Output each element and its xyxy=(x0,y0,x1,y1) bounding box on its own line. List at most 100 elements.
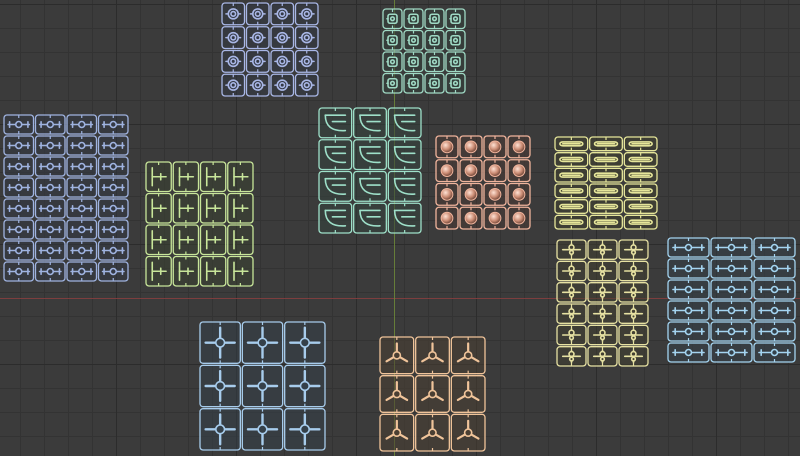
part-tray-cell[interactable] xyxy=(623,183,658,199)
part-tray-cell[interactable] xyxy=(284,364,326,408)
part-tray-cell[interactable] xyxy=(403,8,424,30)
part-tray-cell[interactable] xyxy=(445,72,466,94)
cross-parts-group[interactable] xyxy=(199,321,326,451)
part-tray-cell[interactable] xyxy=(199,321,241,364)
part-tray-cell[interactable] xyxy=(318,139,353,171)
part-tray-cell[interactable] xyxy=(3,219,35,240)
part-tray-cell[interactable] xyxy=(97,240,129,261)
part-tray-cell[interactable] xyxy=(199,364,241,408)
part-tray-cell[interactable] xyxy=(554,167,589,183)
part-tray-cell[interactable] xyxy=(424,8,445,30)
part-tray-cell[interactable] xyxy=(435,135,459,159)
part-tray-cell[interactable] xyxy=(318,170,353,202)
part-tray-cell[interactable] xyxy=(618,260,649,282)
part-tray-cell[interactable] xyxy=(353,139,387,171)
part-tray-cell[interactable] xyxy=(424,29,445,51)
part-tray-cell[interactable] xyxy=(34,219,66,240)
part-tray-cell[interactable] xyxy=(66,156,98,177)
part-tray-cell[interactable] xyxy=(589,136,623,152)
part-tray-cell[interactable] xyxy=(445,8,466,30)
part-tray-cell[interactable] xyxy=(507,159,531,183)
part-tray-cell[interactable] xyxy=(450,413,486,452)
part-tray-cell[interactable] xyxy=(483,159,507,183)
part-tray-cell[interactable] xyxy=(382,72,403,94)
part-tray-cell[interactable] xyxy=(667,237,710,258)
part-tray-cell[interactable] xyxy=(435,159,459,183)
part-tray-cell[interactable] xyxy=(710,237,753,258)
part-tray-cell[interactable] xyxy=(753,258,796,279)
part-tray-cell[interactable] xyxy=(199,408,241,451)
part-tray-cell[interactable] xyxy=(221,49,246,73)
part-tray-cell[interactable] xyxy=(667,258,710,279)
part-tray-cell[interactable] xyxy=(270,49,295,73)
part-tray-cell[interactable] xyxy=(3,198,35,219)
link-parts-group[interactable] xyxy=(556,239,649,367)
part-tray-cell[interactable] xyxy=(379,336,415,375)
part-tray-cell[interactable] xyxy=(459,206,483,230)
part-tray-cell[interactable] xyxy=(587,260,618,282)
part-tray-cell[interactable] xyxy=(403,51,424,73)
part-tray-cell[interactable] xyxy=(483,135,507,159)
part-tray-cell[interactable] xyxy=(34,156,66,177)
part-tray-cell[interactable] xyxy=(710,279,753,300)
part-tray-cell[interactable] xyxy=(507,182,531,206)
part-tray-cell[interactable] xyxy=(172,224,200,256)
part-tray-cell[interactable] xyxy=(507,206,531,230)
part-tray-cell[interactable] xyxy=(387,139,422,171)
part-tray-cell[interactable] xyxy=(554,183,589,199)
part-tray-cell[interactable] xyxy=(618,346,649,367)
part-tray-cell[interactable] xyxy=(415,413,450,452)
part-tray-cell[interactable] xyxy=(387,107,422,139)
part-tray-cell[interactable] xyxy=(294,49,319,73)
part-tray-cell[interactable] xyxy=(424,51,445,73)
part-tray-cell[interactable] xyxy=(667,321,710,342)
part-tray-cell[interactable] xyxy=(589,167,623,183)
part-tray-cell[interactable] xyxy=(387,170,422,202)
part-tray-cell[interactable] xyxy=(710,321,753,342)
part-tray-cell[interactable] xyxy=(435,206,459,230)
part-tray-cell[interactable] xyxy=(66,240,98,261)
part-tray-cell[interactable] xyxy=(589,214,623,230)
part-tray-cell[interactable] xyxy=(284,408,326,451)
part-tray-cell[interactable] xyxy=(382,29,403,51)
part-tray-cell[interactable] xyxy=(589,199,623,214)
part-tray-cell[interactable] xyxy=(145,224,172,256)
part-tray-cell[interactable] xyxy=(294,2,319,26)
part-tray-cell[interactable] xyxy=(554,199,589,214)
bar-parts-group[interactable] xyxy=(554,136,658,230)
part-tray-cell[interactable] xyxy=(3,114,35,135)
part-tray-cell[interactable] xyxy=(97,114,129,135)
part-tray-cell[interactable] xyxy=(587,282,618,303)
part-tray-cell[interactable] xyxy=(199,161,227,193)
part-tray-cell[interactable] xyxy=(199,255,227,287)
part-tray-cell[interactable] xyxy=(270,73,295,97)
part-tray-cell[interactable] xyxy=(294,73,319,97)
part-tray-cell[interactable] xyxy=(318,107,353,139)
part-tray-cell[interactable] xyxy=(618,324,649,346)
part-tray-cell[interactable] xyxy=(435,182,459,206)
part-tray-cell[interactable] xyxy=(587,324,618,346)
part-tray-cell[interactable] xyxy=(450,375,486,413)
part-tray-cell[interactable] xyxy=(66,219,98,240)
tripod-parts-group[interactable] xyxy=(379,336,486,452)
part-tray-cell[interactable] xyxy=(294,26,319,50)
part-tray-cell[interactable] xyxy=(589,152,623,167)
part-tray-cell[interactable] xyxy=(618,303,649,324)
part-tray-cell[interactable] xyxy=(587,303,618,324)
part-tray-cell[interactable] xyxy=(66,261,98,282)
part-tray-cell[interactable] xyxy=(97,156,129,177)
part-tray-cell[interactable] xyxy=(66,177,98,198)
part-tray-cell[interactable] xyxy=(379,375,415,413)
part-tray-cell[interactable] xyxy=(382,51,403,73)
part-tray-cell[interactable] xyxy=(623,214,658,230)
part-tray-cell[interactable] xyxy=(387,202,422,234)
hook-parts-group[interactable] xyxy=(318,107,422,234)
viewport-3d[interactable] xyxy=(0,0,800,456)
part-tray-cell[interactable] xyxy=(172,192,200,224)
part-tray-cell[interactable] xyxy=(589,183,623,199)
part-tray-cell[interactable] xyxy=(3,135,35,156)
part-tray-cell[interactable] xyxy=(3,156,35,177)
part-tray-cell[interactable] xyxy=(172,161,200,193)
part-tray-cell[interactable] xyxy=(507,135,531,159)
part-tray-cell[interactable] xyxy=(241,408,284,451)
